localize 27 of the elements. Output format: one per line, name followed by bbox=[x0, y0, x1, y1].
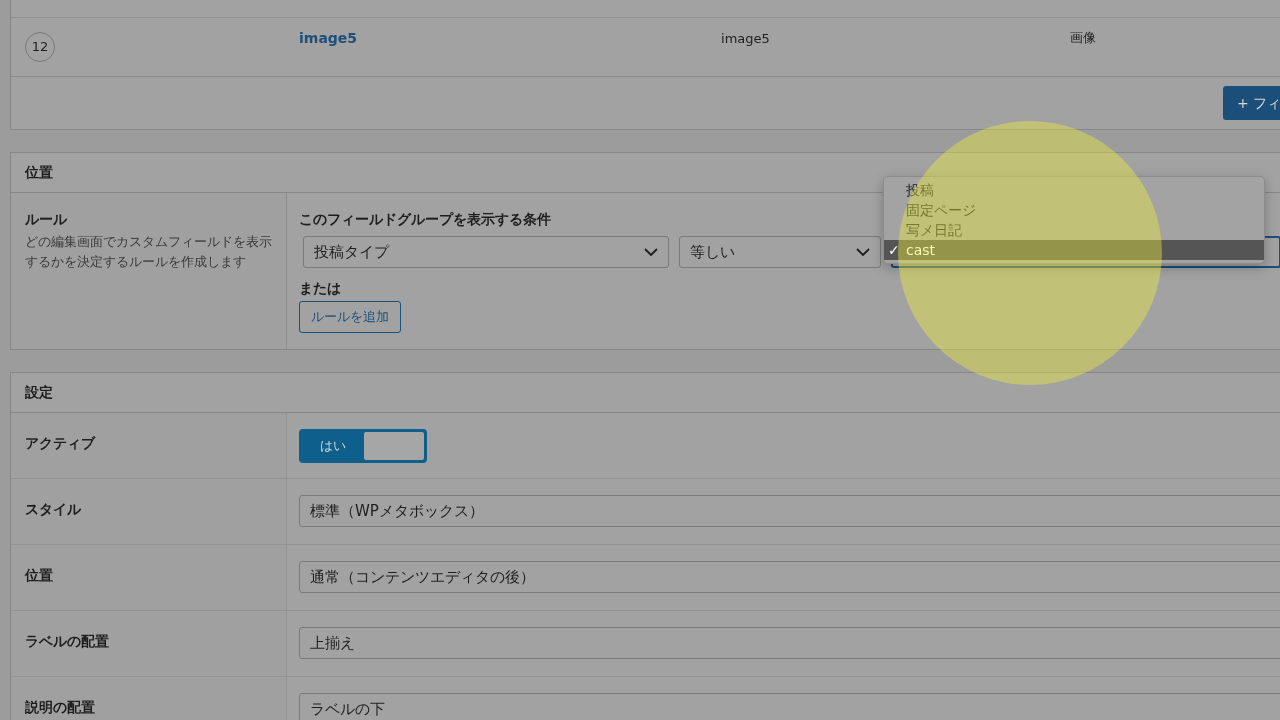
field-name: image5 bbox=[721, 30, 770, 48]
select-field[interactable]: 通常（コンテンツエディタの後） bbox=[299, 561, 1280, 593]
field-label-link[interactable]: image5 bbox=[299, 28, 358, 49]
add-rule-button[interactable]: ルールを追加 bbox=[299, 301, 401, 333]
dropdown-option[interactable]: ✓ cast bbox=[884, 240, 1264, 260]
setting-label: 位置 bbox=[25, 567, 53, 583]
chevron-down-icon bbox=[644, 247, 658, 257]
setting-label: ラベルの配置 bbox=[25, 633, 109, 649]
add-field-button[interactable]: + フィ bbox=[1223, 86, 1280, 120]
select-field[interactable]: 上揃え bbox=[299, 627, 1280, 659]
toggle-switch[interactable]: はい bbox=[299, 429, 427, 463]
setting-label: 説明の配置 bbox=[25, 699, 95, 715]
field-type: 画像 bbox=[1069, 29, 1096, 47]
chevron-down-icon bbox=[856, 247, 870, 257]
or-label: または bbox=[299, 279, 342, 298]
rule-label: ルール bbox=[25, 210, 68, 229]
panel-title: 位置 bbox=[25, 163, 53, 182]
condition-heading: このフィールドグループを表示する条件 bbox=[299, 210, 551, 229]
panel-title: 設定 bbox=[25, 383, 53, 402]
setting-label: スタイル bbox=[25, 501, 81, 517]
dropdown-option[interactable]: 投稿 bbox=[884, 180, 1264, 200]
setting-label: アクティブ bbox=[25, 435, 95, 451]
select-field[interactable]: ラベルの下 bbox=[299, 693, 1280, 720]
select-field[interactable]: 標準（WPメタボックス） bbox=[299, 495, 1280, 527]
rule-description: どの編集画面でカスタムフィールドを表示するかを決定するルールを作成します bbox=[25, 233, 272, 271]
select-field[interactable]: 等しい bbox=[679, 236, 881, 268]
select-field[interactable]: 投稿タイプ bbox=[303, 236, 669, 268]
